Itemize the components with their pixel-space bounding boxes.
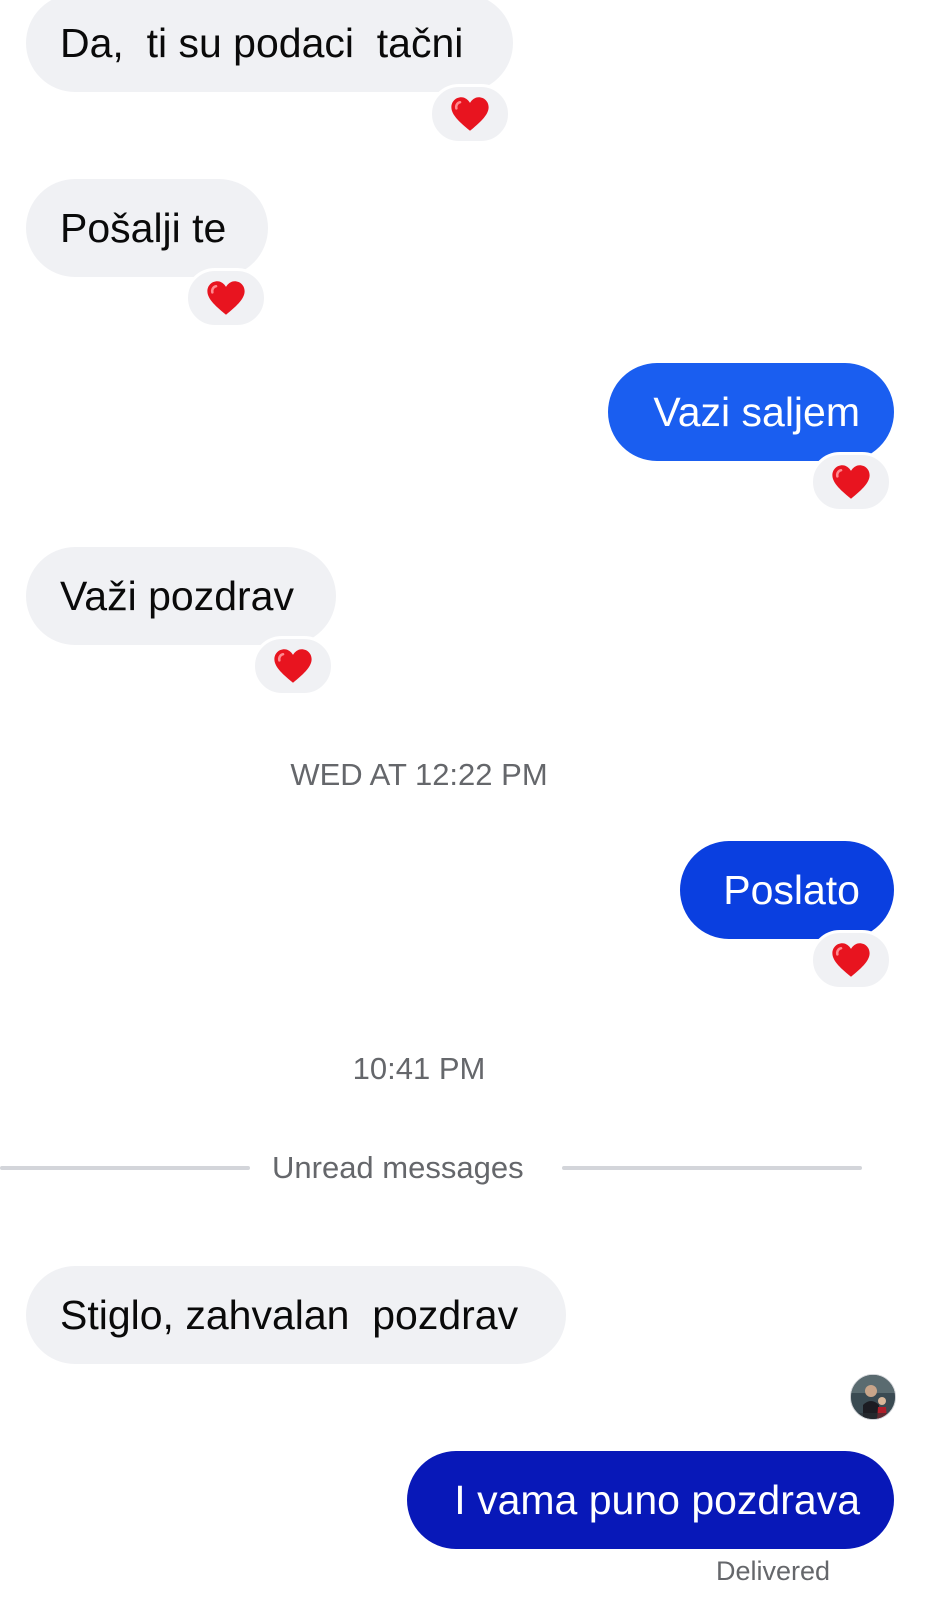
heart-reaction-icon xyxy=(832,465,870,499)
conversation-timestamp: WED AT 12:22 PM xyxy=(290,757,548,792)
message-bubble-incoming[interactable]: Stiglo, zahvalan pozdrav xyxy=(26,1266,566,1364)
heart-reaction-icon xyxy=(832,943,870,977)
seen-avatar[interactable] xyxy=(850,1374,896,1420)
unread-divider-label: Unread messages xyxy=(272,1150,524,1185)
unread-divider-line-right xyxy=(562,1166,862,1170)
conversation-timestamp: 10:41 PM xyxy=(352,1051,486,1086)
message-reaction[interactable] xyxy=(185,268,267,328)
message-bubble-outgoing[interactable]: Poslato xyxy=(680,841,894,939)
message-bubble-outgoing[interactable]: Vazi saljem xyxy=(608,363,894,461)
message-reaction[interactable] xyxy=(810,930,892,990)
delivery-status: Delivered xyxy=(716,1556,831,1586)
message-thread: Da, ti su podaci tačni Pošalji te Vazi s… xyxy=(0,0,951,1623)
profile-photo-avatar-icon xyxy=(851,1375,895,1419)
message-reaction[interactable] xyxy=(252,636,334,696)
heart-reaction-icon xyxy=(274,649,312,683)
message-reaction[interactable] xyxy=(429,84,511,144)
message-bubble-outgoing[interactable]: I vama puno pozdrava xyxy=(407,1451,894,1549)
heart-reaction-icon xyxy=(207,281,245,315)
heart-reaction-icon xyxy=(451,97,489,131)
unread-divider-line-left xyxy=(0,1166,250,1170)
message-bubble-incoming[interactable]: Pošalji te xyxy=(26,179,268,277)
message-bubble-incoming[interactable]: Da, ti su podaci tačni xyxy=(26,0,513,92)
message-reaction[interactable] xyxy=(810,452,892,512)
message-bubble-incoming[interactable]: Važi pozdrav xyxy=(26,547,336,645)
